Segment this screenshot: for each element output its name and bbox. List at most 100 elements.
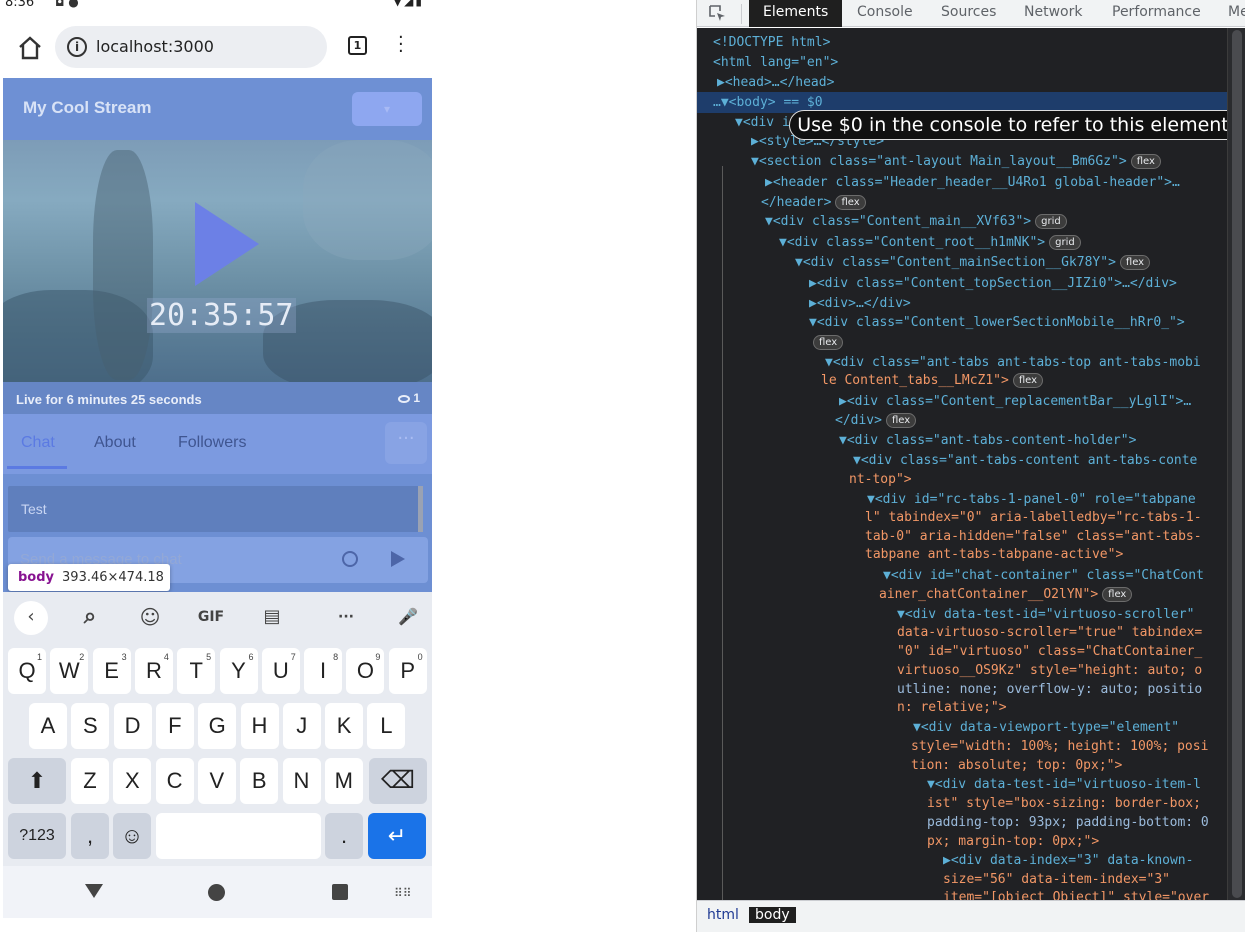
dom-node-line[interactable]: ▼<section class="ant-layout Main_layout_…: [751, 152, 1161, 171]
gif-button[interactable]: GIF: [191, 598, 231, 636]
dom-node-line[interactable]: ▼<div data-test-id="virtuoso-scroller": [897, 605, 1194, 624]
tab-console[interactable]: Console: [857, 0, 913, 27]
more-options-button[interactable]: ···: [385, 422, 427, 464]
tab-about[interactable]: About: [94, 434, 136, 452]
tab-followers[interactable]: Followers: [178, 434, 246, 452]
key-q[interactable]: Q1: [8, 648, 46, 694]
send-icon[interactable]: [391, 551, 405, 567]
dom-node-line[interactable]: size="56" data-item-index="3": [943, 870, 1170, 889]
site-info-icon[interactable]: i: [67, 37, 87, 57]
layout-badge[interactable]: flex: [835, 195, 866, 210]
nav-back-icon[interactable]: [85, 884, 103, 898]
emoji-icon[interactable]: [342, 551, 358, 567]
emoji-key[interactable]: ☺: [113, 813, 151, 859]
key-s[interactable]: S: [71, 703, 110, 749]
dom-node-line[interactable]: l" tabindex="0" aria-labelledby="rc-tabs…: [865, 508, 1202, 527]
tab-chat[interactable]: Chat: [21, 434, 55, 452]
dom-node-line[interactable]: ▼<div id="chat-container" class="ChatCon…: [883, 566, 1204, 585]
inspect-element-icon[interactable]: [709, 5, 726, 22]
key-b[interactable]: B: [240, 758, 279, 804]
mic-icon[interactable]: 🎤: [393, 598, 423, 636]
dom-node-line[interactable]: ▼<div class="ant-tabs-content-holder">: [839, 431, 1136, 450]
layout-badge[interactable]: grid: [1035, 214, 1067, 229]
tab-performance[interactable]: Performance: [1112, 0, 1201, 27]
dom-node-line[interactable]: <html lang="en">: [713, 53, 838, 72]
scrollbar-thumb[interactable]: [1232, 30, 1242, 898]
layout-badge[interactable]: flex: [1102, 587, 1133, 602]
dom-node-line[interactable]: style="width: 100%; height: 100%; posi: [911, 737, 1208, 756]
key-i[interactable]: I8: [304, 648, 343, 694]
dom-node-line[interactable]: ▶<head>…</head>: [717, 73, 834, 92]
dom-node-line[interactable]: ▼<div class="Content_lowerSectionMobile_…: [809, 313, 1185, 332]
space-key[interactable]: [156, 813, 321, 859]
tab-switcher-button[interactable]: 1: [348, 36, 367, 55]
key-a[interactable]: A: [29, 703, 67, 749]
dom-node-line[interactable]: tion: absolute; top: 0px;">: [911, 756, 1122, 775]
dom-node-line[interactable]: ▼<div class="Content_root__h1mNK"> grid: [779, 233, 1081, 252]
key-h[interactable]: H: [240, 703, 279, 749]
key-c[interactable]: C: [155, 758, 194, 804]
layout-badge[interactable]: flex: [1012, 373, 1044, 388]
tab-memory[interactable]: Me: [1228, 0, 1245, 27]
dom-node-line[interactable]: ▼<div class="Content_main__XVf63"> grid: [765, 212, 1067, 231]
symbols-key[interactable]: ?123: [8, 813, 66, 859]
keyboard-switch-icon[interactable]: ⠿⠿: [394, 886, 412, 900]
layout-badge[interactable]: flex: [1130, 154, 1161, 169]
layout-badge[interactable]: grid: [1049, 235, 1081, 250]
dom-node-line[interactable]: data-virtuoso-scroller="true" tabindex=: [897, 623, 1202, 642]
key-m[interactable]: M: [324, 758, 363, 804]
dom-node-line[interactable]: ▼<div class="Content_mainSection__Gk78Y"…: [795, 253, 1151, 272]
dom-node-line[interactable]: ▶<header class="Header_header__U4Ro1 glo…: [765, 173, 1180, 192]
key-e[interactable]: E3: [92, 648, 131, 694]
sticker-icon[interactable]: ☺: [133, 598, 167, 636]
crumb-html[interactable]: html: [701, 907, 745, 923]
chat-scrollbar[interactable]: [418, 486, 423, 532]
key-v[interactable]: V: [197, 758, 236, 804]
key-f[interactable]: F: [155, 703, 194, 749]
home-icon[interactable]: [16, 34, 44, 62]
key-n[interactable]: N: [282, 758, 321, 804]
dom-node-line[interactable]: <!DOCTYPE html>: [713, 33, 830, 52]
dom-node-line[interactable]: flex: [809, 333, 844, 352]
enter-key[interactable]: ↵: [368, 813, 426, 859]
key-w[interactable]: W2: [50, 648, 89, 694]
more-tools-icon[interactable]: ···: [329, 598, 363, 636]
key-k[interactable]: K: [325, 703, 364, 749]
nav-home-icon[interactable]: [208, 884, 225, 901]
dom-node-line[interactable]: n: relative;">: [897, 698, 1007, 717]
key-p[interactable]: P0: [388, 648, 427, 694]
browser-menu-icon[interactable]: · · ·: [398, 29, 404, 61]
key-j[interactable]: J: [282, 703, 321, 749]
dom-node-line[interactable]: tab-0" aria-hidden="false" class="ant-ta…: [865, 527, 1202, 546]
layout-badge[interactable]: flex: [813, 335, 844, 350]
tab-network[interactable]: Network: [1024, 0, 1082, 27]
comma-key[interactable]: ,: [71, 813, 109, 859]
dom-node-line[interactable]: tabpane ant-tabs-tabpane-active">: [865, 545, 1123, 564]
layout-badge[interactable]: flex: [885, 413, 917, 428]
key-t[interactable]: T5: [177, 648, 216, 694]
dom-node-line[interactable]: padding-top: 93px; padding-bottom: 0: [927, 813, 1209, 832]
dom-node-line[interactable]: utline: none; overflow-y: auto; positio: [897, 680, 1202, 699]
dom-node-line[interactable]: ▶<div class="Content_topSection__JIZi0">…: [809, 274, 1177, 293]
header-menu-button[interactable]: ▾: [352, 92, 422, 126]
dom-node-line[interactable]: nt-top">: [849, 470, 912, 489]
dom-node-line[interactable]: px; margin-top: 0px;">: [927, 832, 1099, 851]
dom-node-line[interactable]: ▼<div i: [735, 113, 790, 132]
period-key[interactable]: .: [325, 813, 363, 859]
dom-node-line[interactable]: ▼<div id="rc-tabs-1-panel-0" role="tabpa…: [867, 490, 1196, 509]
dom-node-line[interactable]: "0" id="virtuoso" class="ChatContainer_: [897, 642, 1202, 661]
keyboard-back-icon[interactable]: ‹: [14, 601, 48, 635]
address-bar[interactable]: i localhost:3000: [55, 26, 327, 68]
key-o[interactable]: O9: [346, 648, 385, 694]
key-z[interactable]: Z: [71, 758, 109, 804]
nav-recents-icon[interactable]: [332, 884, 348, 900]
key-x[interactable]: X: [113, 758, 152, 804]
backspace-key[interactable]: ⌫: [369, 758, 427, 804]
tab-elements[interactable]: Elements: [749, 0, 843, 27]
dom-node-line[interactable]: </header> flex: [761, 193, 866, 212]
play-button[interactable]: [195, 202, 259, 286]
key-g[interactable]: G: [198, 703, 237, 749]
video-player[interactable]: 20:35:57: [3, 140, 432, 382]
dom-node-line[interactable]: item="[object Object]" style="over: [943, 888, 1209, 900]
shift-key[interactable]: ⬆: [8, 758, 66, 804]
